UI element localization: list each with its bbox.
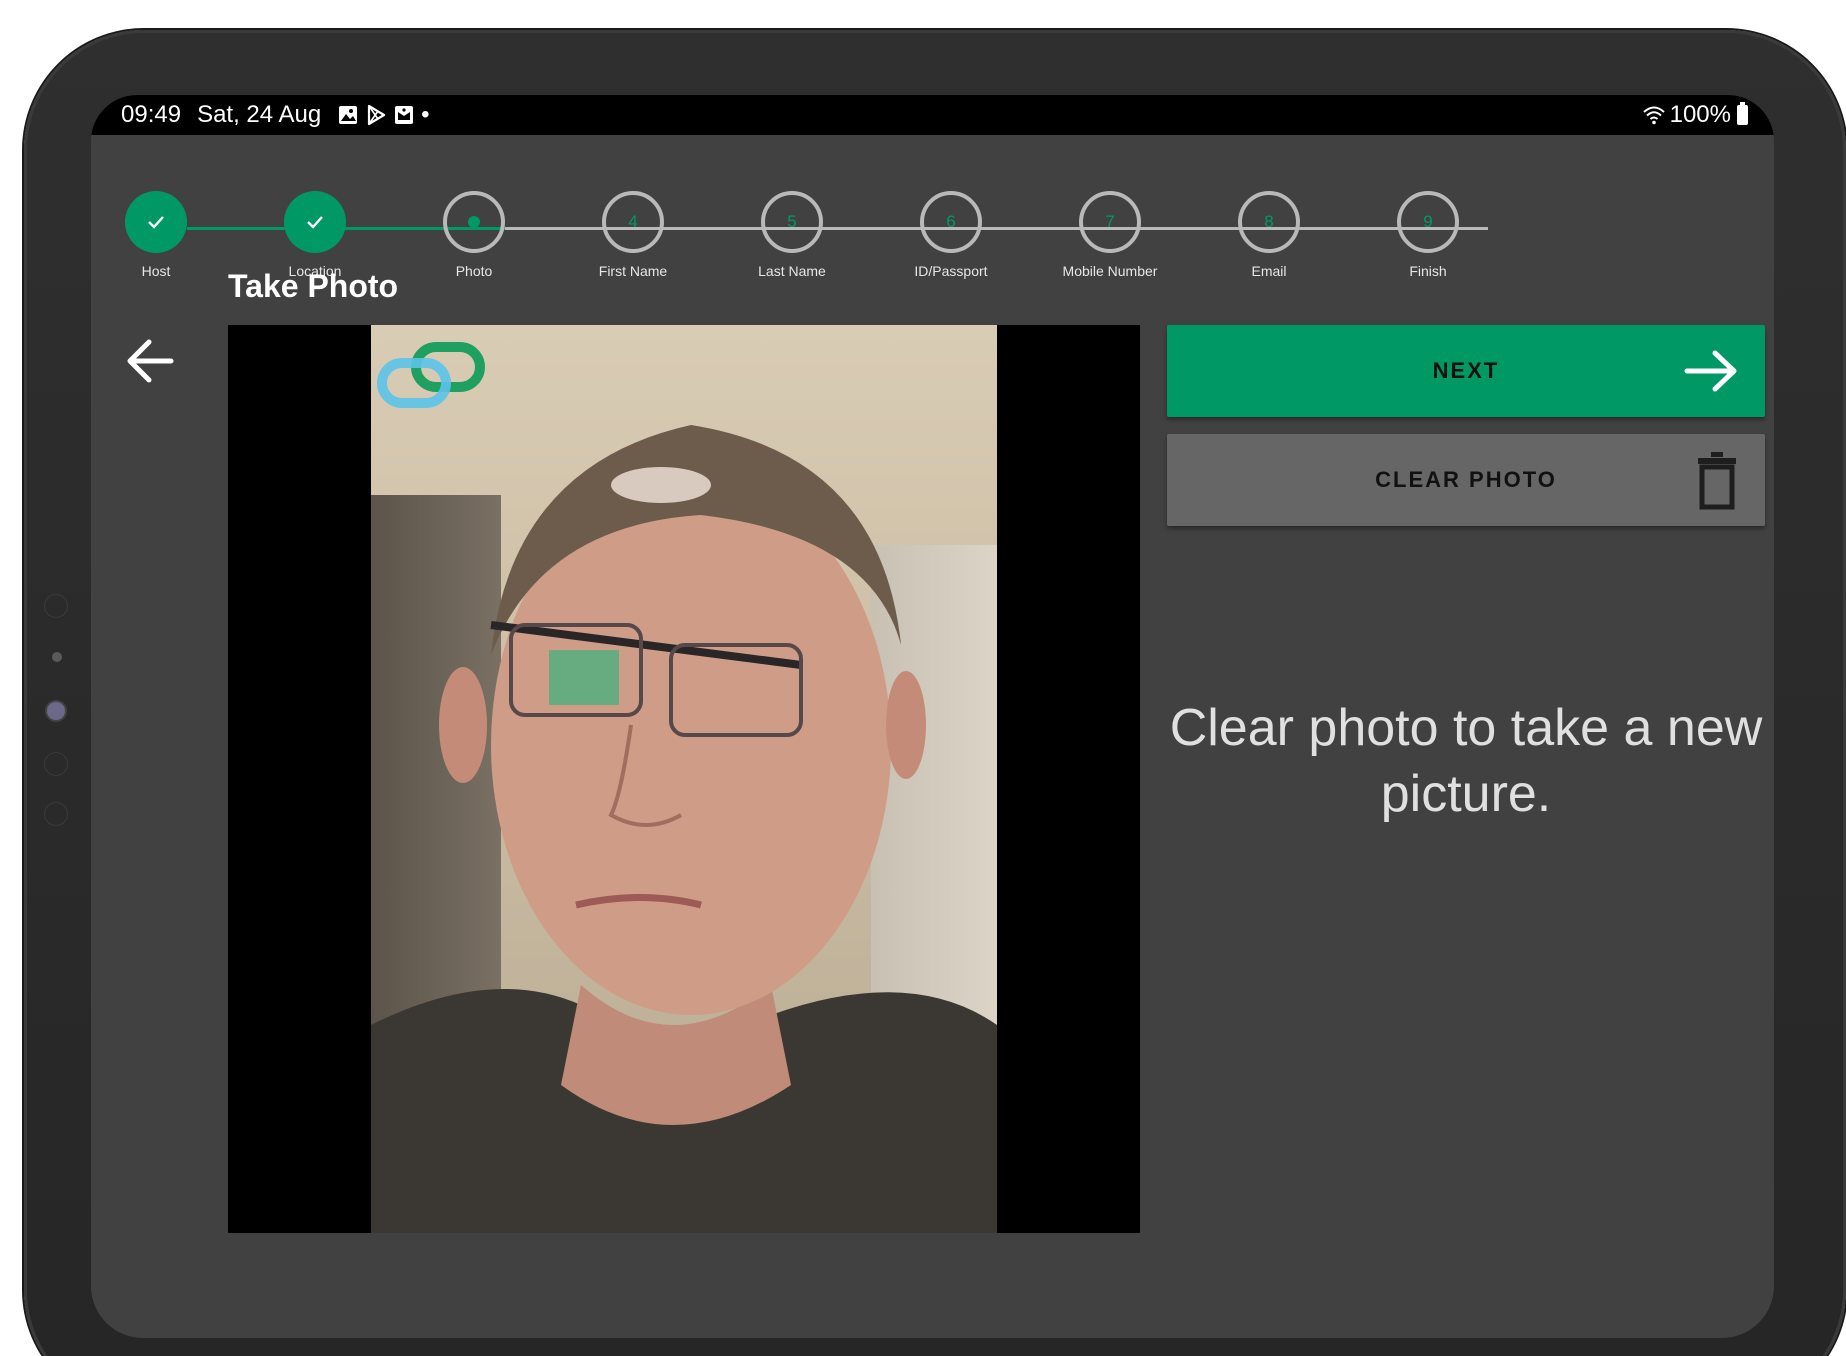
battery-level: 100%: [1669, 101, 1731, 128]
back-button[interactable]: [121, 331, 181, 391]
step-id-passport[interactable]: 6 ID/Passport: [871, 191, 1031, 279]
arrow-left-icon: [127, 339, 174, 383]
clear-photo-hint: Clear photo to take a new picture.: [1169, 699, 1763, 823]
step-host[interactable]: Host: [91, 191, 236, 279]
clear-photo-button[interactable]: CLEAR PHOTO: [1167, 434, 1765, 526]
step-circle: [125, 191, 187, 253]
status-bar: 09:49 Sat, 24 Aug • 100%: [91, 95, 1774, 135]
captured-photo: [371, 325, 997, 1233]
check-icon: [307, 216, 323, 229]
step-last-name[interactable]: 5 Last Name: [712, 191, 872, 279]
next-button[interactable]: NEXT: [1167, 325, 1765, 417]
step-location[interactable]: Location: [235, 191, 395, 279]
brand-logo: [377, 342, 485, 408]
step-photo[interactable]: Photo: [394, 191, 554, 279]
gallery-icon: [339, 106, 358, 124]
step-label: Host: [141, 263, 171, 279]
step-circle: 7: [1079, 191, 1141, 253]
clear-photo-button-label: CLEAR PHOTO: [1375, 467, 1557, 492]
step-email[interactable]: 8 Email: [1189, 191, 1349, 279]
bezel-sensor: [52, 652, 62, 662]
step-label: Finish: [1409, 263, 1447, 279]
battery-icon: [1737, 102, 1748, 125]
tablet-screen: 09:49 Sat, 24 Aug • 100% Host Location P…: [91, 95, 1774, 1338]
step-first-name[interactable]: 4 First Name: [553, 191, 713, 279]
mail-icon: [395, 106, 414, 124]
photo-preview: [228, 325, 1140, 1233]
active-step-dot: [468, 216, 480, 228]
page-title: Take Photo: [228, 268, 399, 304]
status-date: Sat, 24 Aug: [197, 101, 322, 128]
person-portrait: [371, 425, 997, 1233]
next-button-label: NEXT: [1432, 358, 1500, 383]
bezel-sensor: [44, 594, 68, 618]
step-mobile-number[interactable]: 7 Mobile Number: [1030, 191, 1190, 279]
step-circle: [443, 191, 505, 253]
step-label: ID/Passport: [914, 263, 988, 279]
wifi-icon: [1642, 106, 1665, 125]
arrow-right-icon: [1684, 350, 1737, 392]
play-store-icon: [368, 104, 386, 126]
step-label: First Name: [598, 263, 668, 279]
step-circle: 8: [1238, 191, 1300, 253]
front-camera: [47, 702, 65, 720]
status-time: 09:49: [121, 101, 182, 128]
step-label: Email: [1251, 263, 1287, 279]
step-circle: 6: [920, 191, 982, 253]
bezel-sensor: [44, 802, 68, 826]
progress-stepper: Host Location Photo 4 First Name 5 Last …: [91, 143, 1774, 279]
step-circle: 5: [761, 191, 823, 253]
step-finish[interactable]: 9 Finish: [1348, 191, 1508, 279]
step-label: Last Name: [758, 263, 826, 279]
trash-icon: [1698, 452, 1736, 510]
step-circle: 9: [1397, 191, 1459, 253]
step-label: Photo: [455, 263, 493, 279]
check-icon: [148, 216, 164, 229]
step-label: Mobile Number: [1062, 263, 1158, 279]
step-circle: 4: [602, 191, 664, 253]
status-dot: •: [421, 101, 430, 128]
step-circle: [284, 191, 346, 253]
bezel-sensor: [44, 752, 68, 776]
